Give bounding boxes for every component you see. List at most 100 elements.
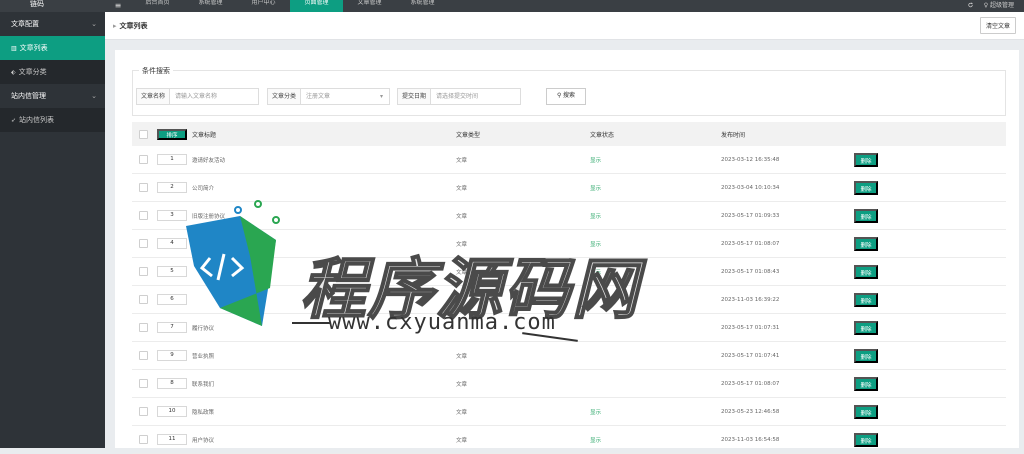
send-icon: ➶ — [11, 116, 17, 124]
row-checkbox[interactable] — [139, 323, 148, 332]
header-time: 发布时间 — [721, 131, 746, 139]
top-nav-item-home[interactable]: 后台首页 — [131, 0, 184, 12]
article-title: 公司简介 — [192, 185, 215, 192]
row-checkbox[interactable] — [139, 211, 148, 220]
article-title: 旧版注册协议 — [192, 213, 226, 220]
sort-input[interactable]: 7 — [157, 322, 187, 333]
category-field-label: 文章分类 — [267, 88, 301, 105]
delete-button[interactable]: 删除 — [854, 152, 878, 167]
top-nav-item-system-2[interactable]: 系统管理 — [396, 0, 449, 12]
delete-button[interactable]: 删除 — [854, 264, 878, 279]
article-status: 显示 — [590, 185, 602, 192]
delete-button[interactable]: 删除 — [854, 348, 878, 363]
delete-button[interactable]: 删除 — [854, 320, 878, 335]
table-row: 1 邀请好友活动 文章 显示 2023-03-12 16:35:48 删除 — [132, 146, 1006, 174]
article-status: 显示 — [590, 157, 602, 164]
article-type: 文章 — [456, 157, 468, 164]
top-right-tools: ♀ 超级管理 — [967, 2, 1024, 10]
table-header: 排序 文章标题 文章类型 文章状态 发布时间 — [132, 122, 1006, 146]
page-title: 文章列表 — [119, 21, 148, 30]
top-nav-item-system[interactable]: 系统管理 — [184, 0, 237, 12]
search-button[interactable]: ⚲ 搜索 — [546, 88, 586, 105]
publish-time: 2023-05-17 01:08:07 — [721, 240, 780, 247]
delete-button[interactable]: 删除 — [854, 376, 878, 391]
publish-time: 2023-05-17 01:07:41 — [721, 352, 780, 359]
search-fieldset: 条件搜索 文章名称 请输入文章名称 文章分类 注册文章 ▾ 提交日期 请选择提交… — [132, 66, 1006, 116]
time-field-label: 提交日期 — [397, 88, 431, 105]
name-field-label: 文章名称 — [136, 88, 170, 105]
publish-time: 2023-03-04 10:10:34 — [721, 184, 780, 191]
top-bar: 链码 ≡ 后台首页 系统管理 用户中心 页面管理 文章管理 系统管理 ♀ 超级管… — [0, 0, 1024, 12]
article-type: 文章 — [456, 213, 468, 220]
article-title: 邀请好友活动 — [192, 157, 226, 164]
chevron-down-icon: ▾ — [380, 93, 384, 100]
sort-input[interactable]: 9 — [157, 350, 187, 361]
sort-button[interactable]: 排序 — [157, 128, 187, 140]
sidebar-item-message-list[interactable]: ➶ 站内信列表 — [0, 108, 105, 132]
publish-time: 2023-05-17 01:07:31 — [721, 324, 780, 331]
top-nav-item-articles[interactable]: 文章管理 — [343, 0, 396, 12]
admin-user-menu[interactable]: ♀ 超级管理 — [984, 3, 1014, 9]
row-checkbox[interactable] — [139, 407, 148, 416]
article-status: 显示 — [590, 213, 602, 220]
time-field: 提交日期 请选择提交时间 — [397, 88, 522, 105]
sidebar-item-article-list[interactable]: ▥ 文章列表 — [0, 36, 105, 60]
row-checkbox[interactable] — [139, 239, 148, 248]
select-all-checkbox[interactable] — [139, 129, 148, 139]
tag-icon: ⬖ — [11, 68, 16, 76]
delete-button[interactable]: 删除 — [854, 236, 878, 251]
delete-button[interactable]: 删除 — [854, 292, 878, 307]
top-nav-item-users[interactable]: 用户中心 — [237, 0, 290, 12]
sort-input[interactable]: 4 — [157, 238, 187, 249]
sort-input[interactable]: 10 — [157, 406, 187, 417]
sort-input[interactable]: 8 — [157, 378, 187, 389]
sort-input[interactable]: 2 — [157, 182, 187, 193]
clear-articles-button[interactable]: 清空文章 — [979, 17, 1016, 34]
row-checkbox[interactable] — [139, 379, 148, 388]
table-row: 10 隐私政策 文章 显示 2023-05-23 12:46:58 删除 — [132, 398, 1006, 426]
submit-time-input[interactable]: 请选择提交时间 — [430, 88, 522, 105]
sidebar: 文章配置 ⌄ ▥ 文章列表 ⬖ 文章分类 站内信管理 ⌄ ➶ 站内信列表 — [0, 12, 105, 448]
row-checkbox[interactable] — [139, 351, 148, 360]
table-row: 3 旧版注册协议 文章 显示 2023-05-17 01:09:33 删除 — [132, 202, 1006, 230]
row-checkbox[interactable] — [139, 295, 148, 304]
sidebar-group-article-config[interactable]: 文章配置 ⌄ — [0, 12, 105, 36]
search-icon: ⚲ — [556, 93, 562, 99]
sort-input[interactable]: 5 — [157, 266, 187, 277]
main-content: ▸ 文章列表 清空文章 条件搜索 文章名称 请输入文章名称 文章分类 注册文章 … — [105, 12, 1024, 454]
header-title: 文章标题 — [192, 131, 217, 139]
article-status: 显示 — [590, 409, 602, 416]
sidebar-group-message[interactable]: 站内信管理 ⌄ — [0, 84, 105, 108]
delete-button[interactable]: 删除 — [854, 432, 878, 447]
row-checkbox[interactable] — [139, 435, 148, 444]
sort-input[interactable]: 3 — [157, 210, 187, 221]
row-checkbox[interactable] — [139, 155, 148, 164]
table-row: 11 用户协议 文章 显示 2023-11-03 16:54:58 删除 — [132, 426, 1006, 454]
refresh-icon[interactable] — [967, 2, 974, 10]
table-row: 9 营业执照 文章 2023-05-17 01:07:41 删除 — [132, 342, 1006, 370]
publish-time: 2023-05-17 01:09:33 — [721, 212, 780, 219]
publish-time: 2023-11-03 16:54:58 — [721, 436, 780, 443]
sort-input[interactable]: 1 — [157, 154, 187, 165]
sort-input[interactable]: 11 — [157, 434, 187, 445]
top-nav-item-pages[interactable]: 页面管理 — [290, 0, 343, 12]
row-checkbox[interactable] — [139, 267, 148, 276]
article-title: 营业执照 — [192, 353, 215, 360]
sort-input[interactable]: 6 — [157, 294, 187, 305]
article-type: 文章 — [456, 353, 468, 360]
category-field: 文章分类 注册文章 ▾ — [267, 88, 391, 105]
article-title: 隐私政策 — [192, 409, 215, 416]
delete-button[interactable]: 删除 — [854, 208, 878, 223]
delete-button[interactable]: 删除 — [854, 404, 878, 419]
publish-time: 2023-05-17 01:08:07 — [721, 380, 780, 387]
article-type: 文章 — [456, 185, 468, 192]
row-checkbox[interactable] — [139, 183, 148, 192]
publish-time: 2023-03-12 16:35:48 — [721, 156, 780, 163]
breadcrumb-separator-icon: ▸ — [113, 21, 117, 30]
menu-toggle-icon[interactable]: ≡ — [105, 1, 131, 11]
sidebar-group-label: 文章配置 — [11, 20, 39, 28]
article-name-input[interactable]: 请输入文章名称 — [169, 88, 260, 105]
sidebar-item-article-category[interactable]: ⬖ 文章分类 — [0, 60, 105, 84]
category-select[interactable]: 注册文章 ▾ — [300, 88, 391, 105]
delete-button[interactable]: 删除 — [854, 180, 878, 195]
